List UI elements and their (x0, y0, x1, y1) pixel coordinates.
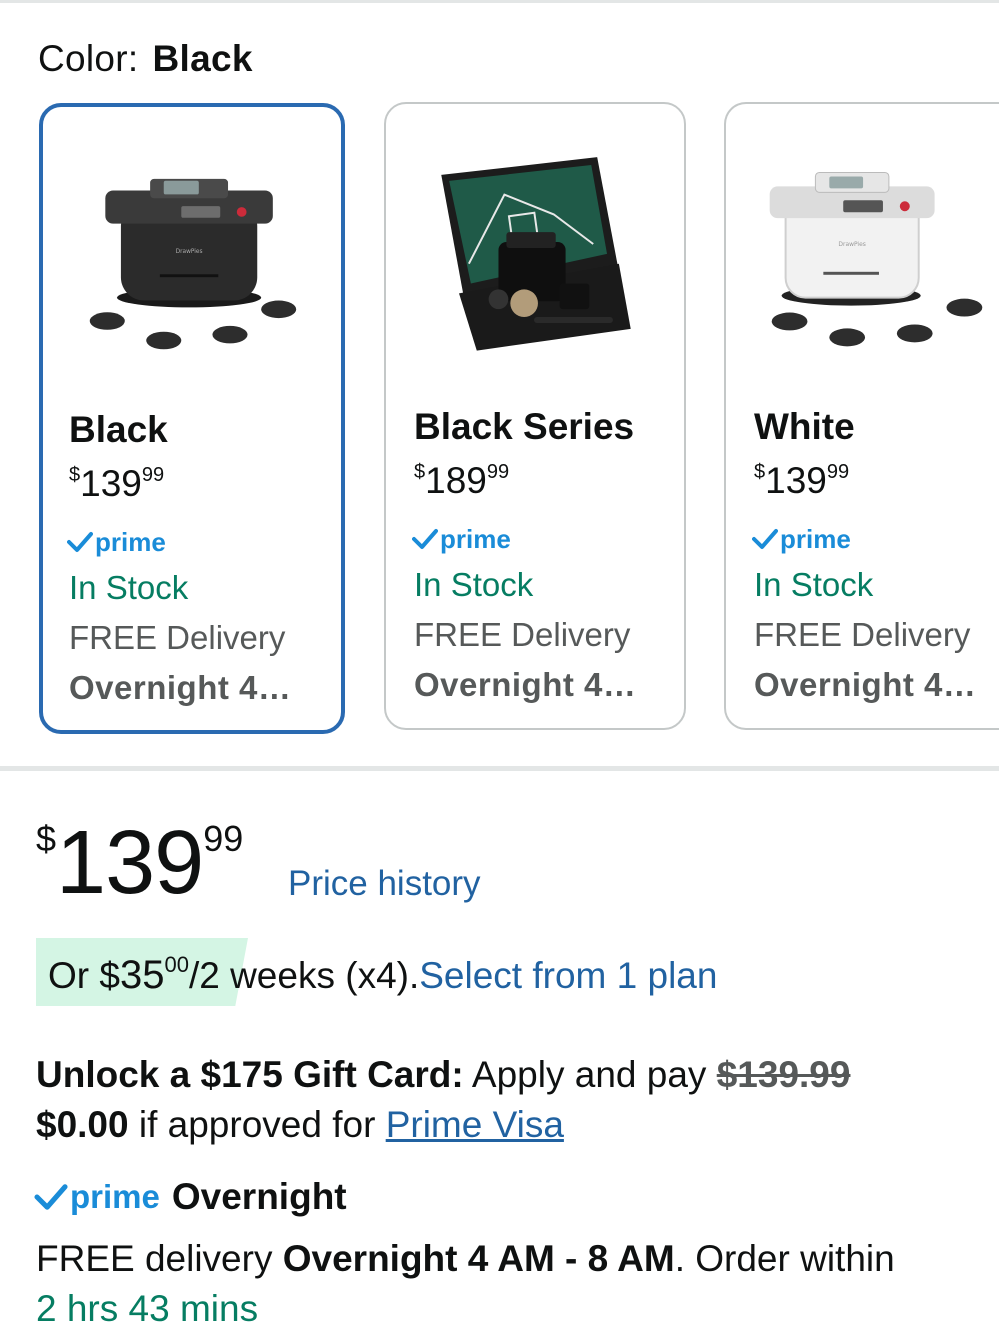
variant-price: $13999 (754, 460, 850, 501)
variant-name: Black Series (414, 406, 635, 447)
installment-prefix: Or $ (48, 955, 120, 996)
checkmark-icon (412, 529, 438, 549)
prime-label: prime (440, 523, 511, 554)
color-value: Black (152, 38, 253, 79)
variant-price: $13999 (69, 463, 165, 504)
gift-card-offer: Unlock a $175 Gift Card: Apply and pay $… (36, 1054, 851, 1145)
prime-overnight-badge: prime Overnight (34, 1176, 347, 1218)
product-image-black-series (441, 157, 631, 351)
prime-badge: prime (67, 525, 166, 559)
prime-visa-link[interactable]: Prime Visa (386, 1104, 564, 1145)
delivery-window: Overnight 4 AM - 8 AM (282, 1238, 675, 1279)
stock-status: In Stock (69, 569, 189, 606)
original-price: $139.99 (716, 1054, 851, 1095)
installment-fraction: 00 (164, 952, 189, 977)
product-image-black: DrawPies (89, 178, 297, 350)
delivery-label: FREE Delivery (414, 616, 631, 653)
price-whole: 139 (56, 813, 204, 913)
order-countdown: 2 hrs 43 mins (36, 1288, 259, 1329)
delivery-time: Overnight 4… (754, 666, 977, 703)
installment-suffix: /2 weeks (x4). (188, 955, 420, 996)
delivery-label: FREE Delivery (754, 616, 971, 653)
price-currency: $ (36, 818, 57, 859)
main-price: $13999 (36, 812, 243, 915)
top-divider (0, 0, 999, 3)
color-label: Color: (38, 38, 139, 79)
section-divider (0, 766, 999, 771)
price-history-link[interactable]: Price history (288, 864, 481, 904)
prime-label: prime (95, 526, 166, 557)
variant-name: Black (69, 409, 168, 450)
product-image-white: DrawPies (769, 171, 983, 347)
stock-status: In Stock (754, 566, 874, 603)
prime-label: prime (70, 1178, 160, 1215)
prime-badge: prime (752, 522, 851, 556)
stock-status: In Stock (414, 566, 534, 603)
variant-card-black-series[interactable]: Black Series $18999 prime In Stock FREE … (384, 102, 686, 730)
prime-label: prime (780, 523, 851, 554)
discounted-price: $0.00 (36, 1104, 129, 1145)
brand-mark: DrawPies (838, 241, 865, 248)
brand-mark: DrawPies (176, 249, 203, 255)
color-selector-label: Color: Black (38, 38, 253, 80)
select-plan-link[interactable]: Select from 1 plan (419, 955, 717, 996)
variant-card-white[interactable]: DrawPies White $13999 prime In Stock FRE… (724, 102, 999, 730)
prime-badge: prime (412, 522, 511, 556)
delivery-info: FREE delivery Overnight 4 AM - 8 AM. Ord… (36, 1238, 895, 1329)
variant-name: White (754, 406, 855, 447)
overnight-label: Overnight (171, 1176, 347, 1217)
delivery-time: Overnight 4… (69, 669, 292, 706)
checkmark-icon (752, 529, 778, 549)
checkmark-icon (67, 532, 93, 552)
installment-amount: 35 (119, 953, 165, 997)
gift-card-title: Unlock a $175 Gift Card: (36, 1054, 464, 1095)
price-fraction: 99 (203, 818, 244, 859)
variant-card-black[interactable]: DrawPies Black $13999 prime In Stock FRE… (39, 103, 345, 734)
delivery-time: Overnight 4… (414, 666, 637, 703)
delivery-label: FREE Delivery (69, 619, 286, 656)
checkmark-icon (34, 1184, 68, 1210)
installment-offer: Or $3500/2 weeks (x4).Select from 1 plan (36, 938, 916, 1006)
variant-price: $18999 (414, 460, 510, 501)
